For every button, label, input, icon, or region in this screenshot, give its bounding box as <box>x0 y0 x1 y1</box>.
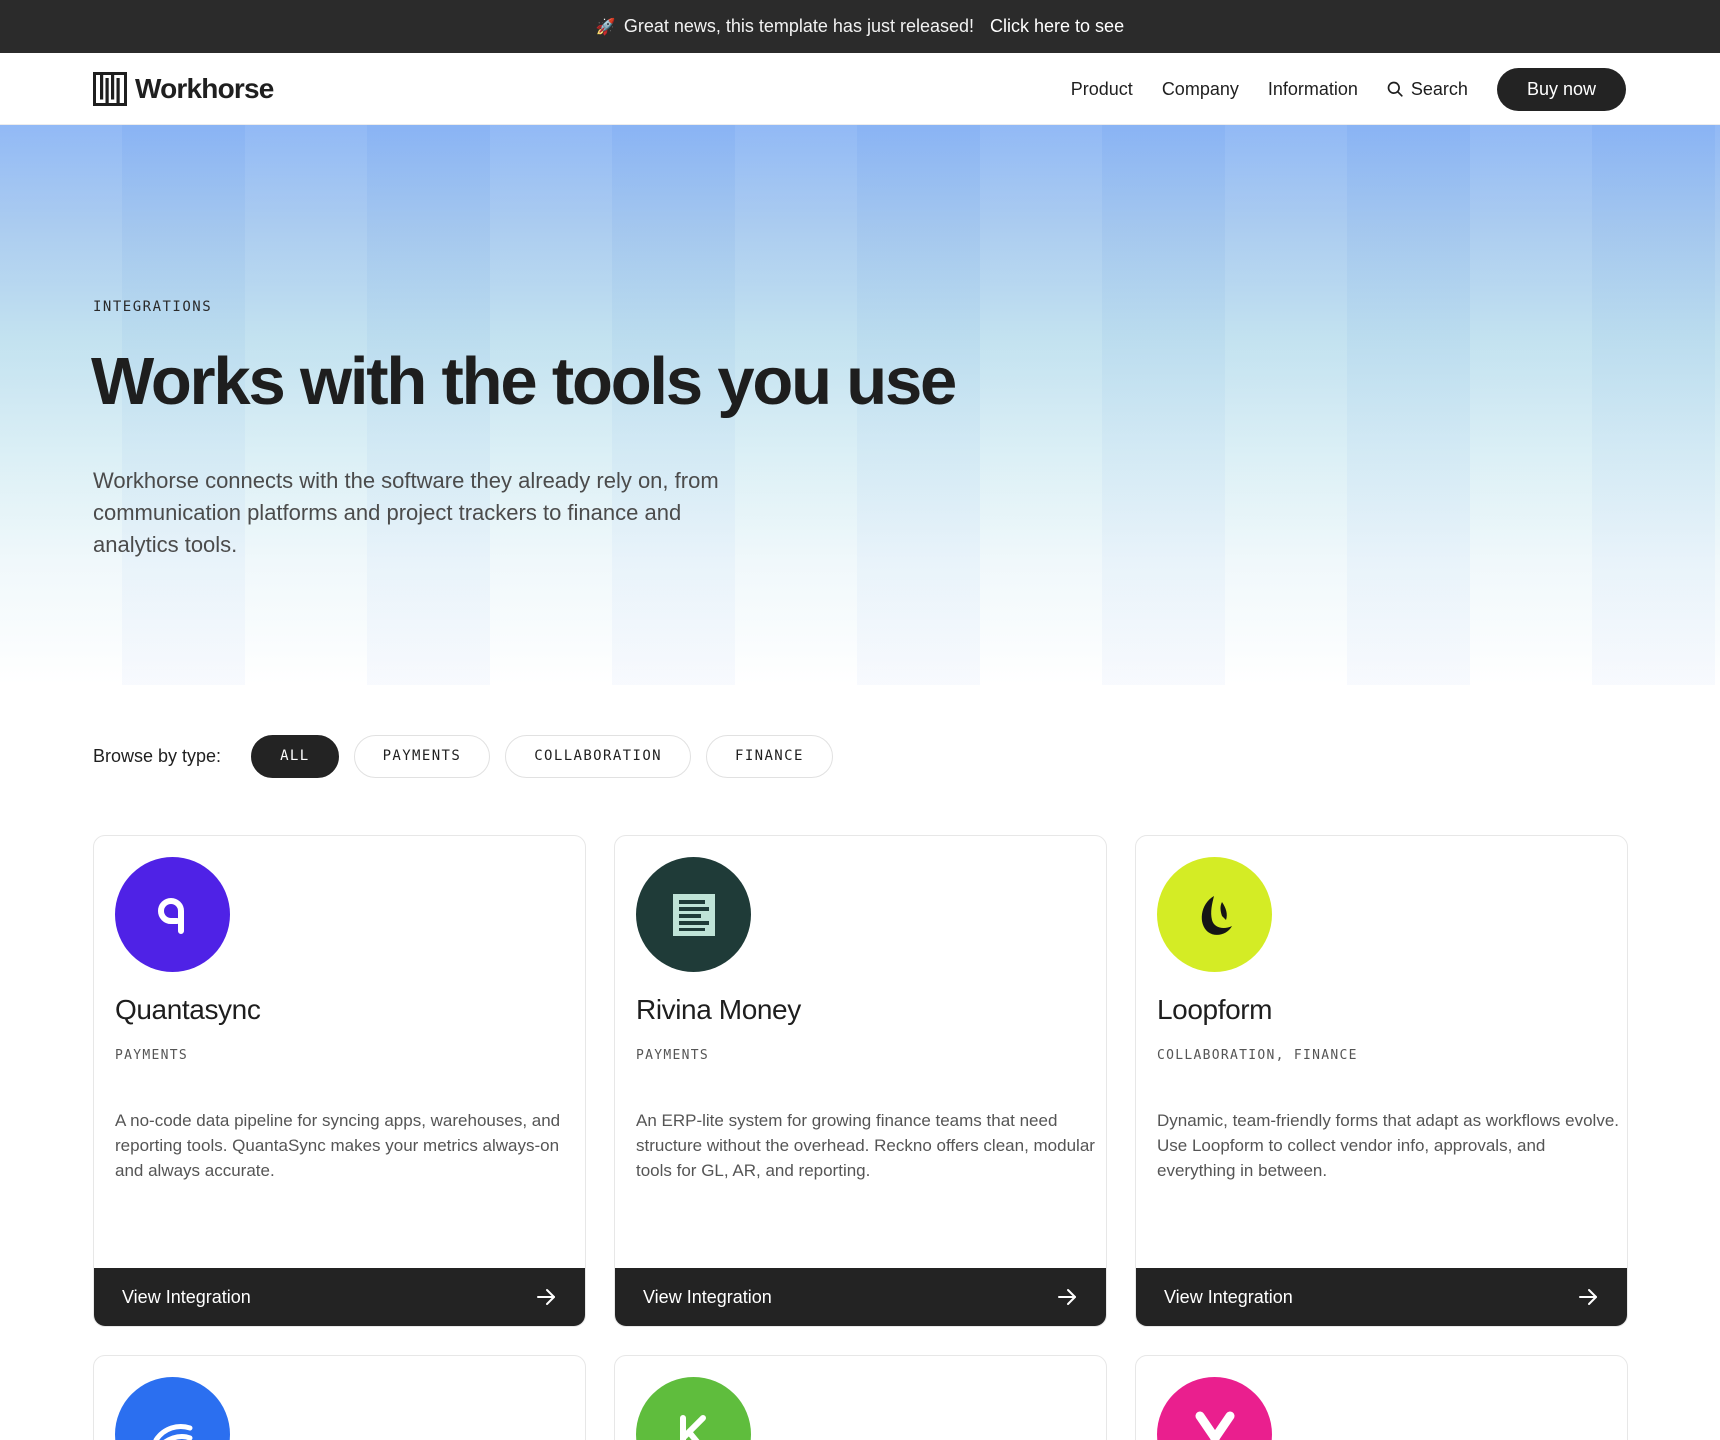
arrow-right-icon <box>1058 1289 1076 1305</box>
hero-description: Workhorse connects with the software the… <box>93 468 719 557</box>
card-description-line: and always accurate. <box>115 1161 275 1180</box>
nav-links: Product Company Information Search Buy n… <box>1071 66 1626 112</box>
integration-card[interactable]: Quantasync PAYMENTS A no-code data pipel… <box>93 835 586 1327</box>
announcement-bar: 🚀 Great news, this template has just rel… <box>0 0 1720 53</box>
workhorse-logo-icon <box>93 72 127 106</box>
view-integration-button[interactable]: View Integration <box>94 1268 585 1326</box>
logo-text: Workhorse <box>135 73 274 104</box>
filter-chip-collaboration[interactable]: COLLABORATION <box>505 734 691 778</box>
card-description-line: Use Loopform to collect vendor info, app… <box>1157 1136 1546 1155</box>
view-integration-button[interactable]: View Integration <box>615 1268 1106 1326</box>
search-label: Search <box>1410 78 1468 99</box>
card-description: Dynamic, team-friendly forms that adapt … <box>1157 1108 1627 1183</box>
integration-card[interactable]: Rivina Money PAYMENTS An ERP-lite system… <box>614 835 1107 1327</box>
card-tags: PAYMENTS <box>636 1048 710 1063</box>
card-description-line: reporting tools. QuantaSync makes your m… <box>115 1136 560 1155</box>
card-tags: COLLABORATION, FINANCE <box>1157 1048 1358 1063</box>
card-description-line: everything in between. <box>1157 1161 1328 1180</box>
filter-chip-finance[interactable]: FINANCE <box>705 734 833 778</box>
card-description-line: A no-code data pipeline for syncing apps… <box>115 1111 561 1130</box>
nav-link-information[interactable]: Information <box>1268 79 1358 100</box>
card-description: A no-code data pipeline for syncing apps… <box>115 1108 585 1183</box>
card-title: Quantasync <box>115 994 261 1025</box>
quantasync-logo-icon <box>115 857 230 972</box>
search-icon <box>1387 81 1403 97</box>
integration-card[interactable] <box>93 1355 586 1440</box>
arrow-right-icon <box>537 1289 555 1305</box>
nav-link-company[interactable]: Company <box>1162 79 1239 100</box>
arrow-right-icon <box>1579 1289 1597 1305</box>
card-description-line: Dynamic, team-friendly forms that adapt … <box>1157 1111 1620 1130</box>
logo[interactable]: Workhorse <box>93 71 274 107</box>
card-description-line: structure without the overhead. Reckno o… <box>636 1136 1095 1155</box>
integration-card[interactable] <box>614 1355 1107 1440</box>
card-description: An ERP-lite system for growing finance t… <box>636 1108 1106 1183</box>
hero-section: INTEGRATIONS Works with the tools you us… <box>0 125 1720 685</box>
announcement-text: Great news, this template has just relea… <box>623 16 975 36</box>
hero-eyebrow: INTEGRATIONS <box>93 299 213 315</box>
card-title: Loopform <box>1157 994 1273 1025</box>
loopform-logo-icon <box>1157 857 1272 972</box>
filter-chip-payments[interactable]: PAYMENTS <box>353 734 491 778</box>
card-description-line: tools for GL, AR, and reporting. <box>636 1161 871 1180</box>
view-integration-label: View Integration <box>643 1286 772 1307</box>
page-title: Works with the tools you use <box>91 344 957 419</box>
filter-chip-all[interactable]: ALL <box>251 734 339 778</box>
view-integration-button[interactable]: View Integration <box>1136 1268 1627 1326</box>
rocket-icon: 🚀 <box>595 18 616 36</box>
view-integration-label: View Integration <box>1164 1286 1293 1307</box>
k-logo-icon <box>636 1377 751 1440</box>
announcement-link[interactable]: Click here to see <box>990 16 1124 37</box>
y-logo-icon <box>1157 1377 1272 1440</box>
filter-bar: Browse by type: ALL PAYMENTS COLLABORATI… <box>93 734 848 778</box>
view-integration-label: View Integration <box>122 1286 251 1307</box>
card-description-line: An ERP-lite system for growing finance t… <box>636 1111 1058 1130</box>
nav-link-product[interactable]: Product <box>1071 79 1133 100</box>
search-button[interactable]: Search <box>1387 79 1468 100</box>
integration-card[interactable] <box>1135 1355 1628 1440</box>
rivina-money-logo-icon <box>636 857 751 972</box>
filter-label: Browse by type: <box>93 745 222 766</box>
buy-now-button[interactable]: Buy now <box>1496 67 1626 111</box>
integration-card[interactable]: Loopform COLLABORATION, FINANCE Dynamic,… <box>1135 835 1628 1327</box>
card-title: Rivina Money <box>636 994 801 1025</box>
wave-logo-icon <box>115 1377 230 1440</box>
card-tags: PAYMENTS <box>115 1048 189 1063</box>
top-navigation: Workhorse Product Company Information Se… <box>0 53 1720 125</box>
